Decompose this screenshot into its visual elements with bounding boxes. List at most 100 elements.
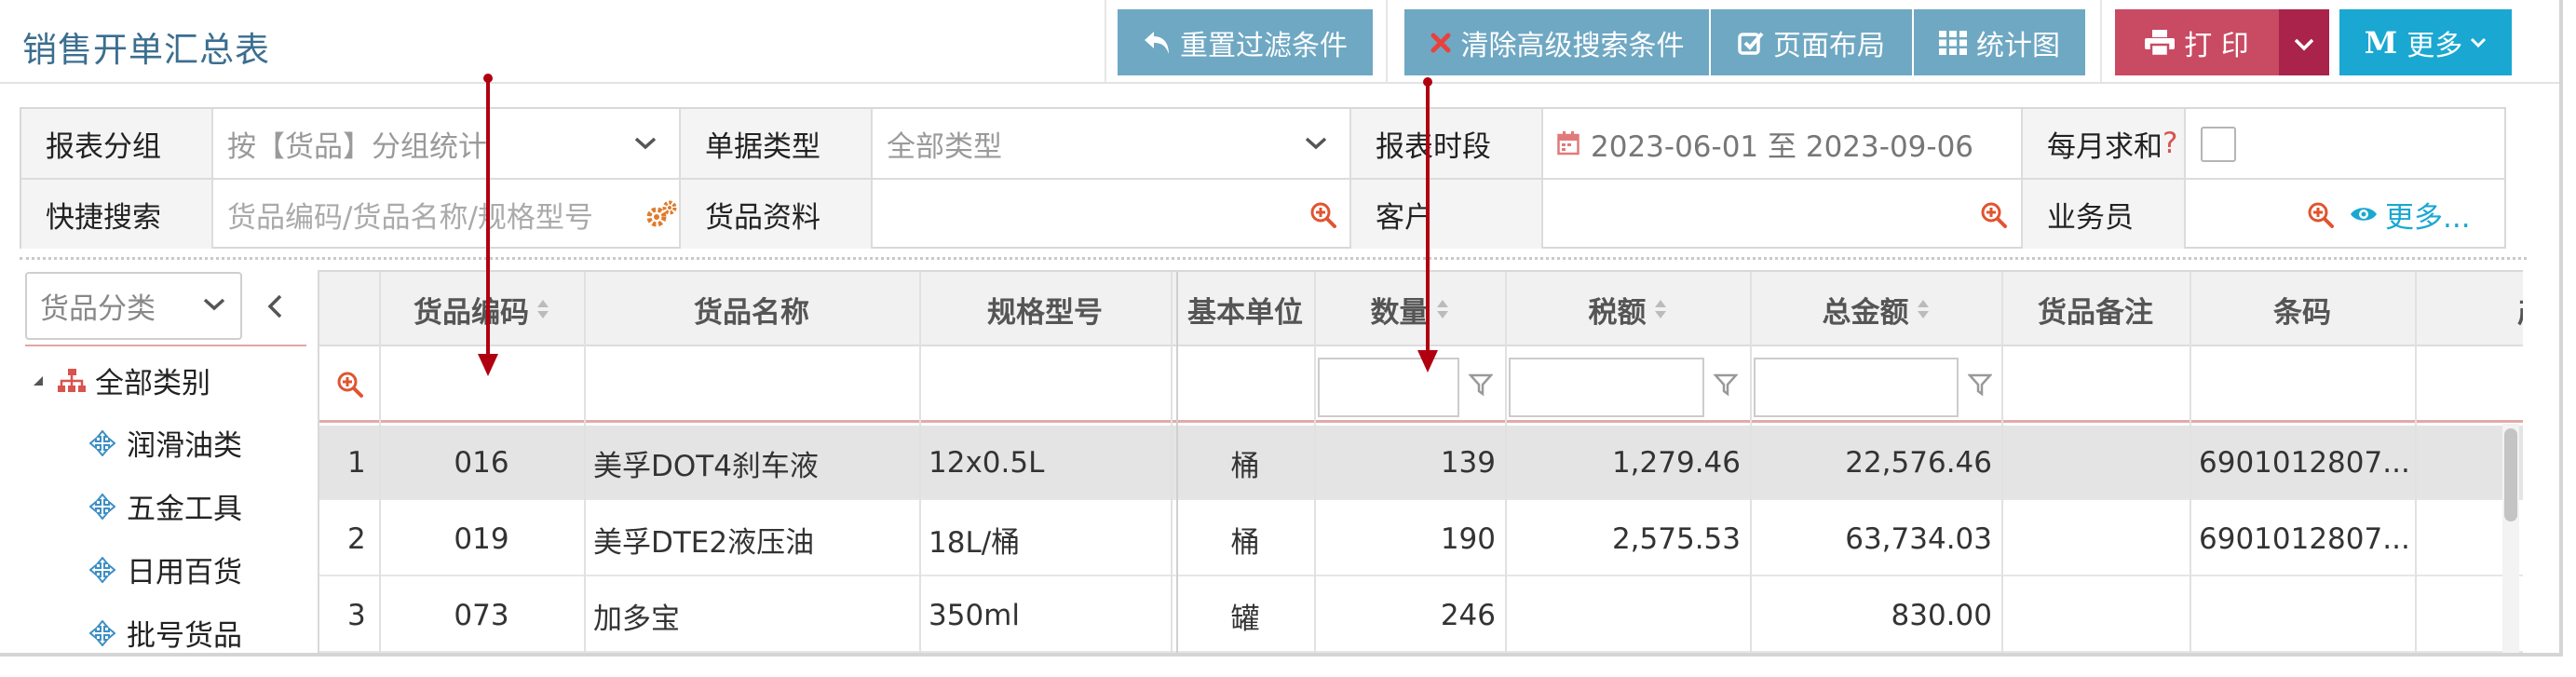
more-button[interactable]: M 更多 [2339, 9, 2512, 75]
column-header-quantity[interactable]: 数量 [1314, 272, 1505, 346]
cell-goods-name: 美孚DOT4刹车液 [593, 449, 819, 483]
report-period-value: 2023-06-01 至 2023-09-06 [1591, 129, 1974, 164]
cell-quantity: 190 [1440, 522, 1496, 556]
report-period-field[interactable]: 2023-06-01 至 2023-09-06 [1543, 109, 2021, 178]
clear-advanced-search-button[interactable]: 清除高级搜索条件 [1404, 9, 1709, 75]
annotation-arrow-line [486, 78, 490, 358]
filter-icon[interactable] [1468, 372, 1494, 400]
cell-spec: 12x0.5L [929, 446, 1045, 480]
salesman-input[interactable] [2186, 180, 2298, 249]
column-header-unit[interactable]: 基本单位 [1176, 272, 1314, 346]
goods-category-label: 货品分类 [40, 292, 156, 326]
app-window: 销售开单汇总表 重置过滤条件 清除高级搜索条件 页面布局 统计图 打 印 M 更… [0, 0, 2563, 657]
chart-label: 统计图 [1976, 29, 2060, 62]
column-header-label: 数量 [1370, 295, 1429, 330]
cell-goods-remark [2001, 578, 2190, 653]
tree-root-all-categories[interactable]: 全部类别 [32, 359, 210, 401]
report-group-select[interactable]: 按【货品】分组统计 [213, 109, 679, 178]
quick-search-input[interactable]: 货品编码/货品名称/规格型号 [213, 180, 642, 249]
salesman-label: 业务员 [2023, 180, 2186, 249]
column-header-barcode[interactable]: 条码 [2190, 272, 2415, 346]
cell-quantity: 246 [1440, 599, 1496, 632]
vertical-scrollbar-thumb[interactable] [2504, 428, 2517, 521]
sort-icon [536, 299, 549, 319]
filter-icon[interactable] [1713, 372, 1739, 400]
customer-label: 客户 [1351, 180, 1543, 249]
tree-item-label: 润滑油类 [127, 429, 242, 463]
move-icon [89, 556, 115, 583]
clear-advanced-search-label: 清除高级搜索条件 [1460, 29, 1685, 62]
report-group-value: 按【货品】分组统计 [227, 129, 487, 164]
header-divider [1105, 0, 1106, 82]
column-header-tax[interactable]: 税额 [1505, 272, 1750, 346]
tree-item-hardware[interactable]: 五金工具 [89, 485, 242, 527]
gears-icon[interactable] [644, 198, 679, 232]
reset-filter-button[interactable]: 重置过滤条件 [1118, 9, 1373, 75]
cell-goods-remark [2001, 502, 2190, 576]
cell-quantity: 139 [1440, 446, 1496, 480]
doc-type-select[interactable]: 全部类型 [873, 109, 1349, 178]
more-filters-link[interactable]: 更多... [2350, 180, 2508, 249]
zoom-in-icon[interactable] [336, 371, 364, 402]
print-dropdown-toggle[interactable] [2279, 9, 2329, 75]
filter-icon[interactable] [1967, 372, 1993, 400]
goods-input[interactable] [873, 180, 1301, 249]
report-period-label: 报表时段 [1351, 109, 1543, 178]
doc-type-label: 单据类型 [681, 109, 873, 178]
tree-item-lubricants[interactable]: 润滑油类 [89, 422, 242, 464]
help-icon[interactable]: ? [2162, 127, 2177, 160]
tax-filter-input[interactable] [1509, 358, 1704, 417]
cell-unit: 桶 [1230, 449, 1260, 483]
page-layout-button[interactable]: 页面布局 [1711, 9, 1912, 75]
sort-icon [1436, 299, 1449, 319]
cell-goods-name: 美孚DTE2液压油 [593, 525, 815, 560]
annotation-arrow-head [478, 354, 498, 376]
chevron-down-icon[interactable] [631, 129, 659, 157]
column-header-total-amount[interactable]: 总金额 [1750, 272, 2001, 346]
m-logo-icon: M [2364, 24, 2398, 61]
cell-total-amount: 830.00 [1891, 599, 1992, 632]
chart-button[interactable]: 统计图 [1914, 9, 2085, 75]
zoom-in-icon[interactable] [1308, 200, 1338, 230]
column-header-origin[interactable]: 产 [2415, 272, 2523, 346]
column-header-goods-remark[interactable]: 货品备注 [2001, 272, 2190, 346]
cell-barcode [2190, 578, 2415, 653]
cell-unit: 桶 [1230, 525, 1260, 560]
cell-total-amount: 22,576.46 [1845, 446, 1992, 480]
page-layout-label: 页面布局 [1773, 29, 1885, 62]
cell-tax [1505, 578, 1750, 653]
reset-filter-label: 重置过滤条件 [1180, 29, 1348, 62]
total-amount-filter-input[interactable] [1754, 358, 1959, 417]
collapse-panel-button[interactable] [266, 294, 289, 320]
column-header-goods-code[interactable]: 货品编码 [379, 272, 584, 346]
undo-icon [1143, 30, 1171, 56]
monthly-sum-checkbox[interactable] [2201, 127, 2236, 162]
more-label: 更多 [2407, 29, 2463, 62]
customer-input[interactable] [1543, 180, 1972, 249]
sort-icon [1917, 299, 1930, 319]
tree-divider [25, 345, 306, 346]
move-icon [89, 619, 115, 646]
goods-label: 货品资料 [681, 180, 873, 249]
cell-barcode: 6901012807... [2199, 522, 2410, 556]
eye-icon [2350, 205, 2378, 223]
zoom-in-icon[interactable] [1979, 200, 2009, 230]
column-divider [1171, 272, 1173, 653]
page-title: 销售开单汇总表 [22, 30, 270, 70]
chevron-down-icon[interactable] [1302, 129, 1330, 157]
tree-item-batch-goods[interactable]: 批号货品 [89, 612, 242, 653]
zoom-in-icon[interactable] [2306, 200, 2336, 230]
goods-category-select[interactable]: 货品分类 [25, 272, 242, 340]
print-button[interactable]: 打 印 [2115, 9, 2279, 75]
chevron-down-icon [2294, 26, 2314, 59]
cell-goods-code: 019 [454, 522, 509, 556]
column-header-spec[interactable]: 规格型号 [919, 272, 1171, 346]
cell-tax: 1,279.46 [1611, 446, 1741, 480]
chevron-left-icon [266, 294, 283, 322]
quantity-filter-input[interactable] [1318, 358, 1459, 417]
column-header-goods-name[interactable]: 货品名称 [584, 272, 919, 346]
annotation-arrow-line [1426, 82, 1430, 352]
tree-item-daily-goods[interactable]: 日用百货 [89, 548, 242, 590]
column-header-label: 税额 [1588, 295, 1647, 330]
cell-goods-code: 073 [454, 599, 509, 632]
